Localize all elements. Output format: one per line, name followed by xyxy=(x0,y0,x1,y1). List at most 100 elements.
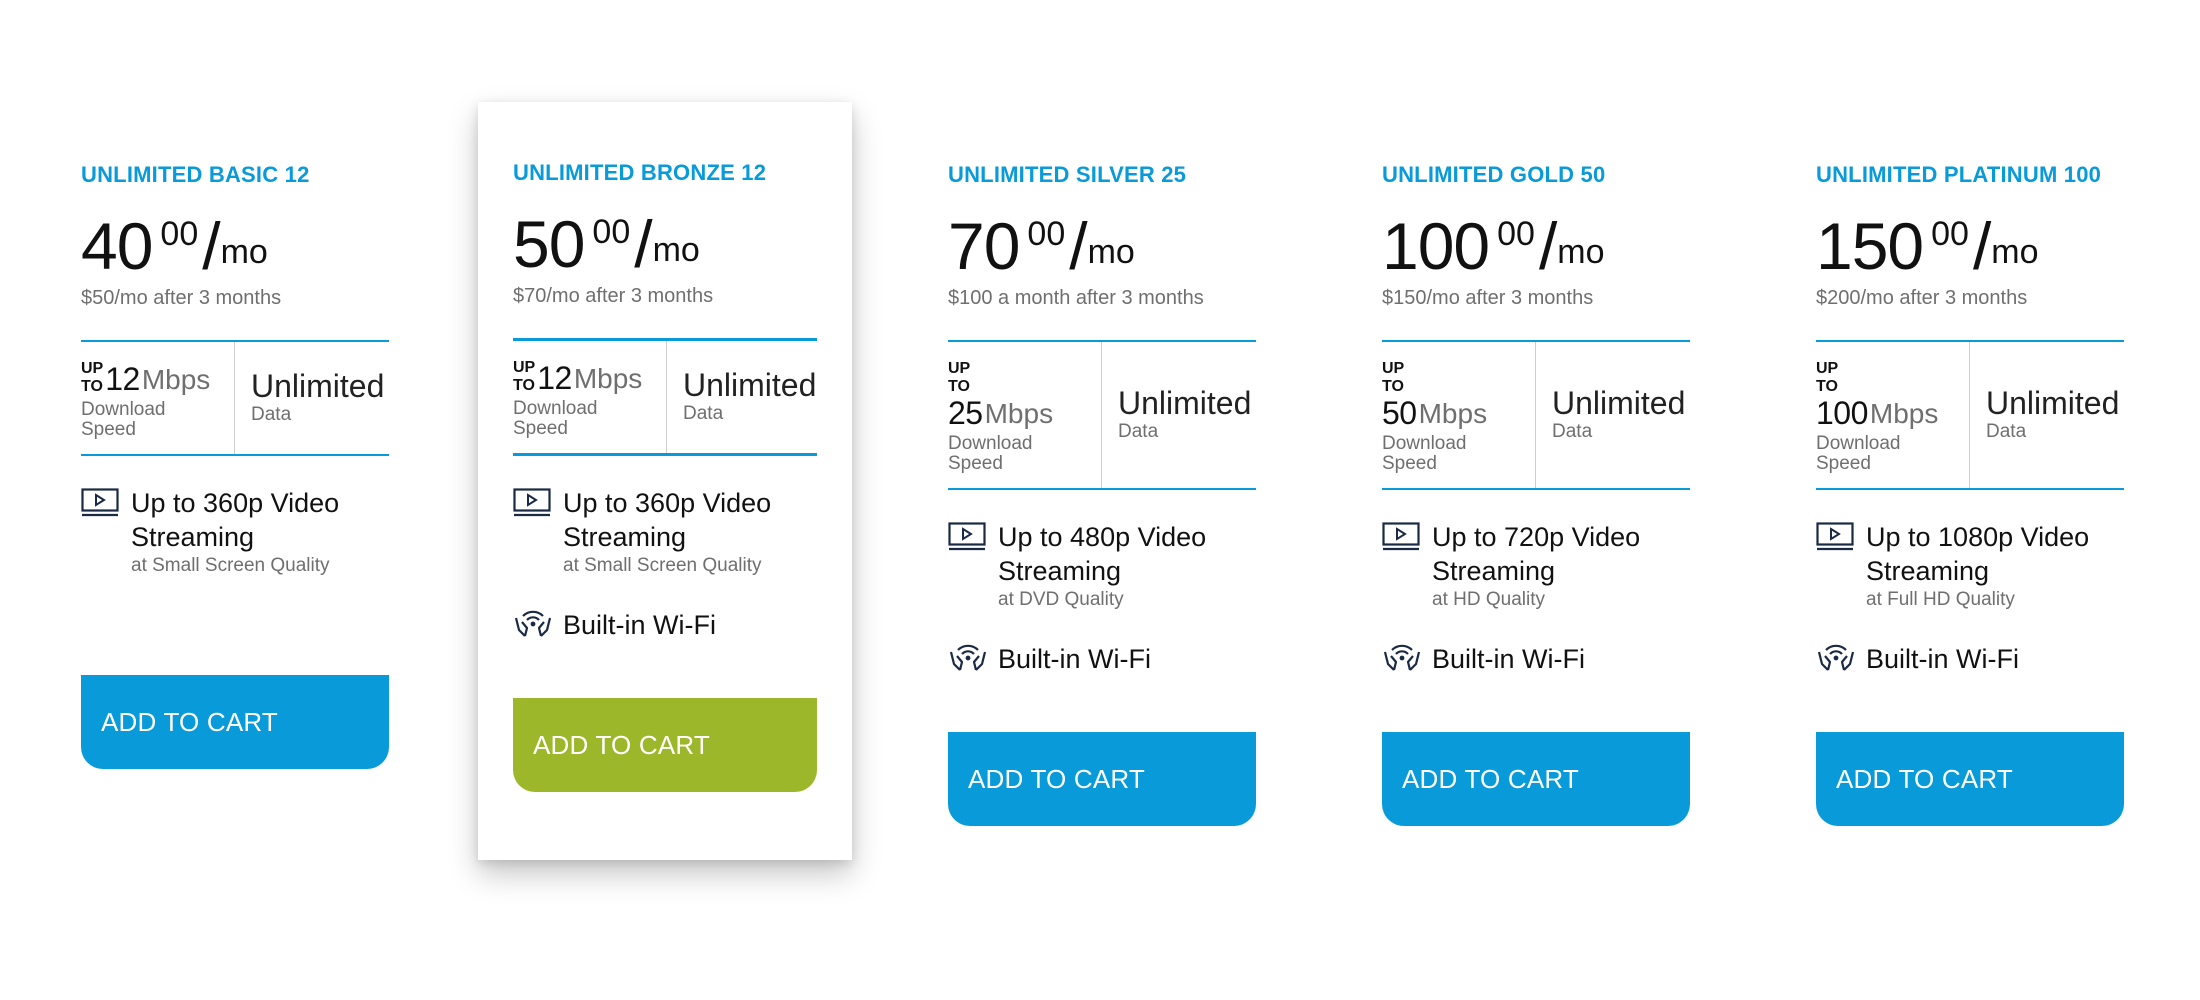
plan-card-platinum: UNLIMITED PLATINUM 100 150 00 / mo $200/… xyxy=(1816,161,2124,826)
add-to-cart-button[interactable]: ADD TO CART xyxy=(513,698,817,792)
price-slash: / xyxy=(1972,209,1992,283)
plan-name: UNLIMITED BRONZE 12 xyxy=(513,160,767,185)
video-feature: Up to 360p Video Streaming at Small Scre… xyxy=(81,486,389,578)
add-to-cart-button[interactable]: ADD TO CART xyxy=(1382,732,1690,826)
download-speed: UP TO 50 Mbps Download Speed xyxy=(1382,342,1536,488)
plan-name: UNLIMITED PLATINUM 100 xyxy=(1816,162,2102,187)
wifi-hands-icon xyxy=(513,606,563,643)
video-subtitle: at Full HD Quality xyxy=(1866,589,2015,610)
video-feature: Up to 720p Video Streaming at HD Quality xyxy=(1382,520,1690,612)
price-slash: / xyxy=(1538,209,1558,283)
price-cents: 00 xyxy=(592,213,631,251)
data-value: Unlimited xyxy=(683,367,817,403)
plan-specs: UP TO 12 Mbps Download Speed Unlimited Da… xyxy=(81,342,389,454)
speed-unit: Mbps xyxy=(1418,398,1488,429)
speed-label: Download Speed xyxy=(81,399,166,440)
plan-specs: UP TO 100 Mbps Download Speed Unlimited D… xyxy=(1816,342,2124,488)
data-value: Unlimited xyxy=(1118,385,1252,421)
up-to-label: UP TO xyxy=(81,360,104,395)
data-label: Data xyxy=(1552,421,1593,442)
video-title: Up to 1080p Video Streaming xyxy=(1866,522,2090,586)
price-slash: / xyxy=(634,207,653,281)
price-note: $70/mo after 3 months xyxy=(513,285,714,307)
wifi-label: Built-in Wi-Fi xyxy=(1432,643,1585,674)
wifi-hands-icon xyxy=(948,640,998,677)
data-value: Unlimited xyxy=(1986,385,2120,421)
data-allowance: Unlimited Data xyxy=(1536,342,1690,488)
plan-card-gold: UNLIMITED GOLD 50 100 00 / mo $150/mo af… xyxy=(1382,161,1690,826)
download-speed: UP TO 100 Mbps Download Speed xyxy=(1816,342,1970,488)
speed-value: 100 xyxy=(1816,395,1868,431)
add-to-cart-button[interactable]: ADD TO CART xyxy=(1816,732,2124,826)
video-title: Up to 360p Video Streaming xyxy=(131,488,340,552)
pricing-plans: UNLIMITED BASIC 12 40 00 / mo $50/mo aft… xyxy=(0,0,2200,1000)
price-note: $150/mo after 3 months xyxy=(1382,287,1594,309)
price-dollars: 150 xyxy=(1816,209,1924,283)
speed-label: Download Speed xyxy=(1816,433,1901,474)
divider xyxy=(513,453,817,456)
plan-card-basic: UNLIMITED BASIC 12 40 00 / mo $50/mo aft… xyxy=(81,161,389,769)
video-screen-icon xyxy=(513,486,563,578)
price-slash: / xyxy=(202,209,221,283)
download-speed: UP TO 12 Mbps Download Speed xyxy=(513,341,667,453)
video-screen-icon xyxy=(1382,520,1432,612)
video-subtitle: at Small Screen Quality xyxy=(563,555,762,576)
wifi-feature: Built-in Wi-Fi xyxy=(513,606,817,643)
wifi-label: Built-in Wi-Fi xyxy=(998,643,1151,674)
data-allowance: Unlimited Data xyxy=(667,341,817,453)
video-subtitle: at Small Screen Quality xyxy=(131,555,330,576)
video-title: Up to 480p Video Streaming xyxy=(998,522,1207,586)
speed-label: Download Speed xyxy=(948,433,1033,474)
data-allowance: Unlimited Data xyxy=(235,342,389,454)
plan-price: 100 00 / mo xyxy=(1382,211,1690,281)
add-to-cart-button[interactable]: ADD TO CART xyxy=(948,732,1256,826)
speed-unit: Mbps xyxy=(984,398,1054,429)
plan-specs: UP TO 50 Mbps Download Speed Unlimited Da… xyxy=(1382,342,1690,488)
speed-label: Download Speed xyxy=(513,398,598,439)
wifi-feature: Built-in Wi-Fi xyxy=(1382,640,1690,677)
video-feature: Up to 360p Video Streaming at Small Scre… xyxy=(513,486,817,578)
video-screen-icon xyxy=(948,520,998,612)
wifi-feature: Built-in Wi-Fi xyxy=(948,640,1256,677)
up-to-label: UP TO xyxy=(1382,360,1405,395)
speed-unit: Mbps xyxy=(573,363,643,394)
price-unit: mo xyxy=(1087,233,1135,271)
price-note: $200/mo after 3 months xyxy=(1816,287,2028,309)
video-subtitle: at HD Quality xyxy=(1432,589,1545,610)
price-cents: 00 xyxy=(160,215,199,253)
video-title: Up to 360p Video Streaming xyxy=(563,488,772,552)
data-value: Unlimited xyxy=(251,368,385,404)
data-allowance: Unlimited Data xyxy=(1970,342,2124,488)
speed-unit: Mbps xyxy=(1869,398,1939,429)
video-feature: Up to 480p Video Streaming at DVD Qualit… xyxy=(948,520,1256,612)
plan-name: UNLIMITED GOLD 50 xyxy=(1382,162,1606,187)
plan-name: UNLIMITED BASIC 12 xyxy=(81,162,310,187)
price-dollars: 50 xyxy=(513,207,585,281)
price-unit: mo xyxy=(1557,233,1605,271)
price-unit: mo xyxy=(652,231,700,269)
data-label: Data xyxy=(1986,421,2027,442)
data-value: Unlimited xyxy=(1552,385,1686,421)
plan-card-bronze: UNLIMITED BRONZE 12 50 00 / mo $70/mo af… xyxy=(478,102,852,860)
wifi-label: Built-in Wi-Fi xyxy=(1866,643,2019,674)
price-unit: mo xyxy=(1991,233,2039,271)
price-dollars: 70 xyxy=(948,209,1020,283)
plan-specs: UP TO 12 Mbps Download Speed Unlimited Da… xyxy=(513,341,817,453)
video-screen-icon xyxy=(81,486,131,578)
data-label: Data xyxy=(251,404,292,425)
price-cents: 00 xyxy=(1931,215,1969,253)
add-to-cart-button[interactable]: ADD TO CART xyxy=(81,675,389,769)
video-subtitle: at DVD Quality xyxy=(998,589,1124,610)
data-label: Data xyxy=(683,403,724,424)
speed-label: Download Speed xyxy=(1382,433,1467,474)
plan-price: 40 00 / mo xyxy=(81,211,389,281)
plan-price: 50 00 / mo xyxy=(513,209,817,279)
data-label: Data xyxy=(1118,421,1159,442)
price-dollars: 40 xyxy=(81,209,153,283)
wifi-hands-icon xyxy=(1816,640,1866,677)
download-speed: UP TO 25 Mbps Download Speed xyxy=(948,342,1102,488)
price-dollars: 100 xyxy=(1382,209,1490,283)
plan-specs: UP TO 25 Mbps Download Speed Unlimited Da… xyxy=(948,342,1256,488)
divider xyxy=(1382,488,1690,490)
data-allowance: Unlimited Data xyxy=(1102,342,1256,488)
